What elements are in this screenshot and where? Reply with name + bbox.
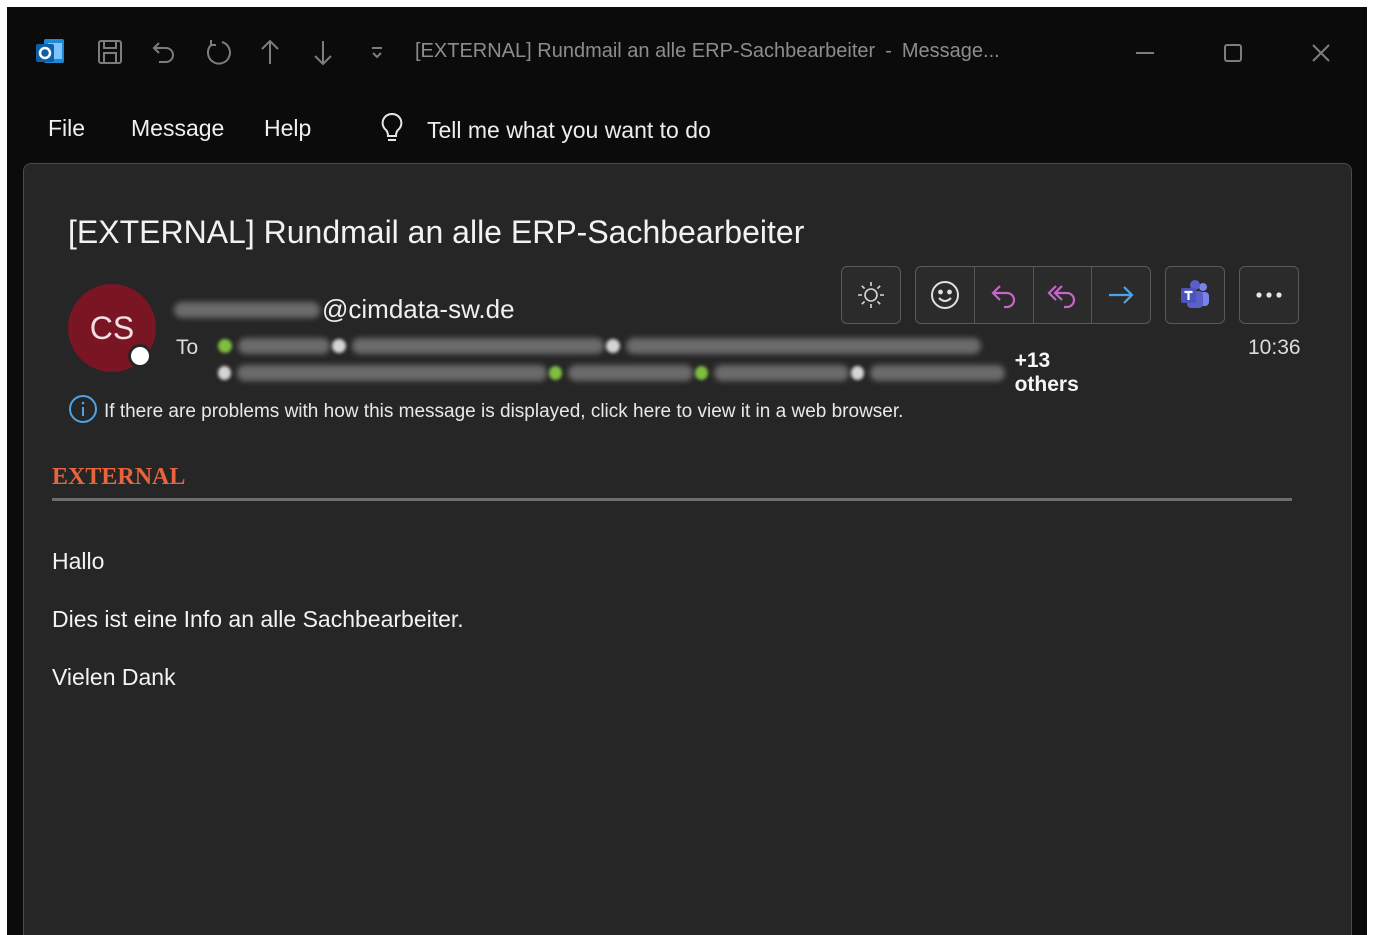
sun-icon	[842, 267, 900, 323]
maximize-button[interactable]	[1213, 33, 1253, 73]
close-button[interactable]	[1301, 33, 1341, 73]
presence-dot	[694, 365, 709, 380]
more-icon	[1240, 267, 1298, 323]
reading-pane: [EXTERNAL] Rundmail an alle ERP-Sachbear…	[23, 163, 1352, 935]
message-subject: [EXTERNAL] Rundmail an alle ERP-Sachbear…	[68, 214, 805, 250]
recipient-redacted[interactable]	[568, 364, 693, 381]
redo-icon[interactable]	[200, 35, 234, 69]
minimize-button[interactable]	[1125, 33, 1165, 73]
window-title-main: [EXTERNAL] Rundmail an alle ERP-Sachbear…	[415, 40, 876, 62]
up-arrow-icon[interactable]	[253, 35, 287, 69]
recipient-redacted[interactable]	[870, 364, 1005, 381]
web-browser-info-bar[interactable]: If there are problems with how this mess…	[68, 394, 903, 429]
lightbulb-icon	[379, 111, 405, 150]
presence-dot	[218, 338, 232, 353]
outlook-logo	[33, 35, 67, 69]
presence-status-icon	[128, 344, 152, 368]
external-warning-label: EXTERNAL	[52, 464, 186, 490]
reply-all-button[interactable]	[1032, 267, 1092, 323]
menu-file[interactable]: File	[48, 115, 85, 142]
teams-button[interactable]	[1165, 266, 1225, 324]
customize-dropdown-icon[interactable]	[360, 35, 394, 69]
down-arrow-icon[interactable]	[306, 35, 340, 69]
tell-me-search[interactable]: Tell me what you want to do	[379, 111, 711, 150]
recipients-list: +13 others	[216, 332, 1116, 396]
light-mode-button[interactable]	[841, 266, 901, 324]
save-icon[interactable]	[93, 35, 127, 69]
presence-dot	[606, 338, 620, 353]
presence-dot	[548, 365, 563, 380]
reply-all-icon	[1047, 285, 1076, 309]
title-bar: [EXTERNAL] Rundmail an alle ERP-Sachbear…	[7, 7, 1367, 97]
menu-message[interactable]: Message	[131, 115, 224, 142]
body-line: Dies ist eine Info an alle Sachbearbeite…	[52, 606, 464, 632]
to-label: To	[176, 336, 199, 359]
reply-actions-group	[915, 266, 1151, 324]
recipient-redacted[interactable]	[237, 364, 547, 381]
recipient-redacted[interactable]	[714, 364, 849, 381]
forward-arrow-icon	[1109, 286, 1134, 304]
sender-name-redacted	[174, 301, 320, 318]
external-divider	[52, 498, 1292, 501]
reply-button[interactable]	[973, 267, 1033, 323]
body-line: Hallo	[52, 548, 105, 574]
forward-button[interactable]	[1091, 267, 1150, 323]
sender-domain: @cimdata-sw.de	[322, 294, 515, 324]
body-line: Vielen Dank	[52, 664, 176, 690]
reply-icon	[991, 285, 1015, 309]
window-title: [EXTERNAL] Rundmail an alle ERP-Sachbear…	[415, 40, 1000, 63]
emoji-react-button[interactable]	[916, 267, 974, 323]
presence-dot	[850, 365, 865, 380]
recipient-redacted[interactable]	[238, 337, 330, 354]
tell-me-label: Tell me what you want to do	[427, 117, 711, 143]
info-icon	[68, 394, 98, 429]
window-title-separator: -	[885, 40, 892, 62]
menu-help[interactable]: Help	[264, 115, 311, 142]
presence-dot	[332, 338, 346, 353]
presence-dot	[218, 365, 232, 380]
window-title-suffix: Message...	[901, 40, 1000, 62]
recipient-redacted[interactable]	[626, 337, 981, 354]
undo-icon[interactable]	[147, 35, 181, 69]
teams-icon	[1166, 267, 1224, 323]
more-options-button[interactable]	[1239, 266, 1299, 324]
sender[interactable]: @cimdata-sw.de	[174, 294, 515, 325]
message-time: 10:36	[1248, 336, 1301, 359]
smiley-icon	[930, 281, 959, 309]
others-count-link[interactable]: +13 others	[1015, 349, 1116, 397]
recipient-redacted[interactable]	[352, 337, 604, 354]
avatar-initials: CS	[89, 309, 135, 346]
recipients-line-1	[216, 332, 1116, 359]
info-bar-text: If there are problems with how this mess…	[104, 400, 904, 422]
outlook-message-window: [EXTERNAL] Rundmail an alle ERP-Sachbear…	[7, 7, 1367, 935]
recipients-line-2: +13 others	[216, 349, 1116, 396]
